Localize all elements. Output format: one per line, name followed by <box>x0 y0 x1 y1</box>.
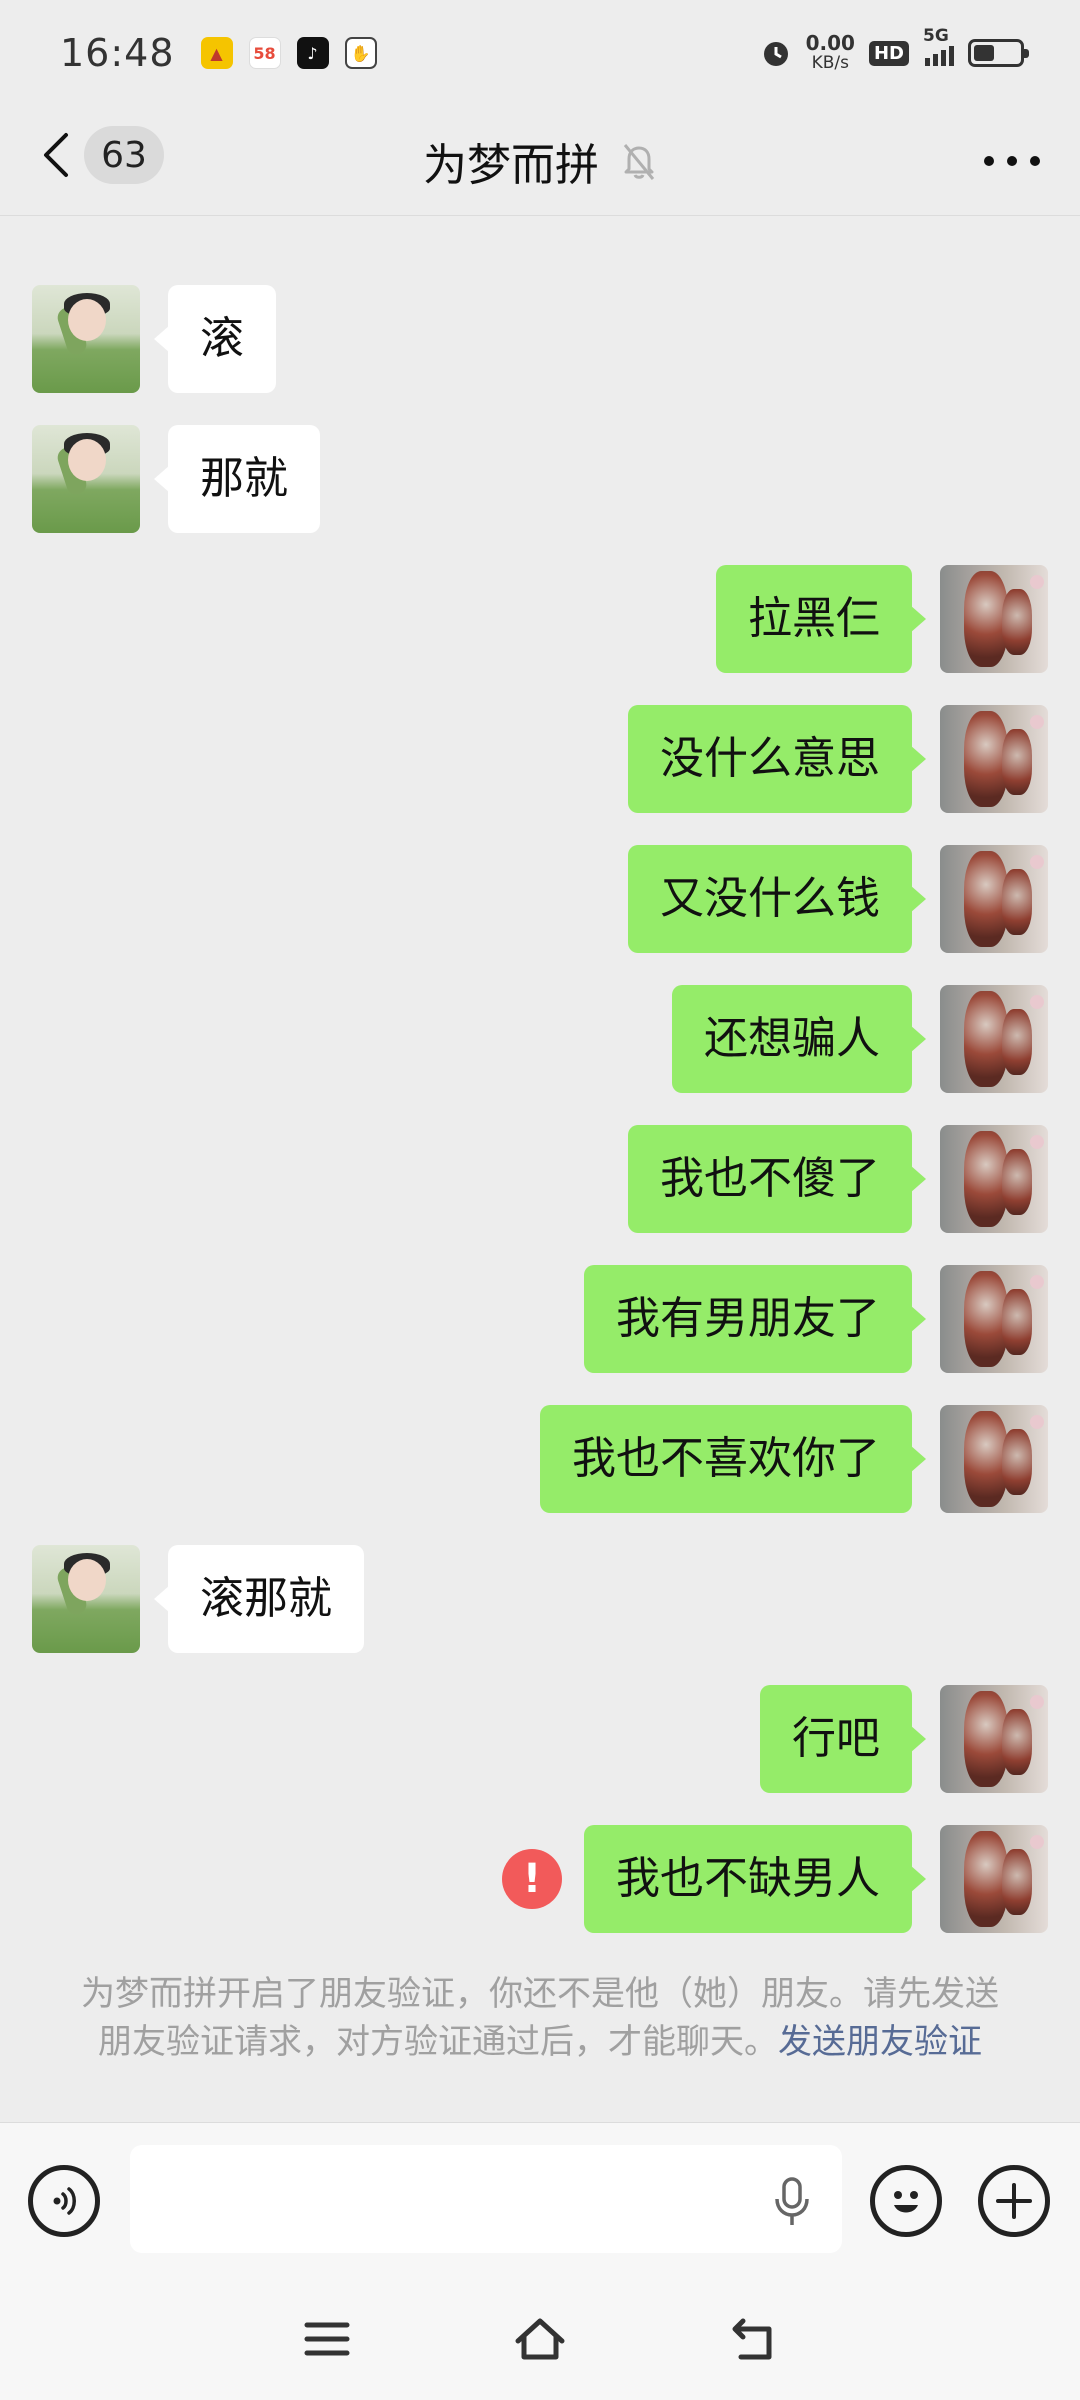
my-avatar[interactable] <box>940 1825 1048 1933</box>
status-left: 16:48 ▲ 58 ♪ ✋ <box>60 31 377 75</box>
back-icon <box>44 133 68 177</box>
message-row: 我有男朋友了 <box>584 1265 1048 1373</box>
more-icon-dot <box>1007 156 1017 166</box>
my-avatar[interactable] <box>940 985 1048 1093</box>
my-avatar[interactable] <box>940 1685 1048 1793</box>
voice-mode-button[interactable] <box>28 2165 100 2237</box>
my-avatar[interactable] <box>940 845 1048 953</box>
message-bubble[interactable]: 我也不缺男人 <box>584 1825 926 1933</box>
send-failed-icon[interactable]: ! <box>502 1849 562 1909</box>
input-bar <box>0 2122 1080 2278</box>
contact-avatar[interactable] <box>32 425 140 533</box>
back-nav-icon[interactable] <box>725 2311 781 2367</box>
status-right: 0.00 KB/s HD 5G <box>760 26 1029 73</box>
system-nav-bar <box>0 2278 1080 2400</box>
chat-title[interactable]: 为梦而拼 <box>423 129 599 193</box>
message-row: 还想骗人 <box>672 985 1048 1093</box>
more-icon-dot <box>984 156 994 166</box>
plus-icon <box>996 2183 1032 2219</box>
message-bubble[interactable]: 滚 <box>154 285 276 393</box>
message-row: 拉黑仨 <box>716 565 1048 673</box>
message-bubble[interactable]: 拉黑仨 <box>716 565 926 673</box>
more-icon-dot <box>1030 156 1040 166</box>
menu-icon[interactable] <box>299 2311 355 2367</box>
message-row: 又没什么钱 <box>628 845 1048 953</box>
back-button[interactable]: 63 <box>40 126 164 184</box>
net-speed: 0.00 KB/s <box>806 33 855 73</box>
emoji-button[interactable] <box>870 2165 942 2237</box>
send-verification-link[interactable]: 发送朋友验证 <box>778 2022 982 2062</box>
friend-verification-note: 为梦而拼开启了朋友验证，你还不是他（她）朋友。请先发送朋友验证请求，对方验证通过… <box>80 1970 1000 2066</box>
app-icon-hand: ✋ <box>344 37 377 69</box>
message-bubble[interactable]: 没什么意思 <box>628 705 926 813</box>
emoji-icon <box>894 2191 918 2213</box>
message-row: 我也不傻了 <box>628 1125 1048 1233</box>
my-avatar[interactable] <box>940 705 1048 813</box>
contact-avatar[interactable] <box>32 1545 140 1653</box>
message-row: 没什么意思 <box>628 705 1048 813</box>
my-avatar[interactable] <box>940 1125 1048 1233</box>
my-avatar[interactable] <box>940 565 1048 673</box>
mute-icon <box>623 143 655 180</box>
app-icon-tiktok: ♪ <box>296 37 329 69</box>
my-avatar[interactable] <box>940 1265 1048 1373</box>
chat-header: 63 为梦而拼 <box>0 106 1080 216</box>
app-icon-yellow: ▲ <box>200 37 233 69</box>
my-avatar[interactable] <box>940 1405 1048 1513</box>
message-bubble[interactable]: 还想骗人 <box>672 985 926 1093</box>
mic-icon[interactable] <box>770 2175 814 2229</box>
message-row: 我也不缺男人 ! <box>502 1825 1048 1933</box>
message-bubble[interactable]: 那就 <box>154 425 320 533</box>
voice-icon <box>53 2187 76 2215</box>
hd-badge: HD <box>868 40 909 66</box>
message-bubble[interactable]: 滚那就 <box>154 1545 364 1653</box>
message-row: 滚那就 <box>32 1545 364 1653</box>
message-bubble[interactable]: 我也不傻了 <box>628 1125 926 1233</box>
message-bubble[interactable]: 又没什么钱 <box>628 845 926 953</box>
alarm-icon <box>763 42 788 66</box>
battery-icon <box>968 39 1029 67</box>
title-wrap: 为梦而拼 <box>423 129 657 193</box>
message-input[interactable] <box>130 2145 842 2253</box>
status-bar: 16:48 ▲ 58 ♪ ✋ 0.00 KB/s HD 5G <box>0 0 1080 106</box>
app-icon-58: 58 <box>248 37 281 69</box>
network-type: 5G <box>923 26 949 46</box>
message-row: 那就 <box>32 425 320 533</box>
unread-count-badge: 63 <box>84 126 164 184</box>
more-functions-button[interactable] <box>978 2165 1050 2237</box>
net-speed-unit: KB/s <box>811 53 849 73</box>
status-time: 16:48 <box>60 31 175 75</box>
net-speed-value: 0.00 <box>805 31 855 55</box>
message-bubble[interactable]: 行吧 <box>760 1685 926 1793</box>
contact-avatar[interactable] <box>32 285 140 393</box>
message-row: 我也不喜欢你了 <box>540 1405 1048 1513</box>
home-icon[interactable] <box>512 2311 568 2367</box>
signal-icon: 5G <box>923 26 954 66</box>
more-button[interactable] <box>984 136 1040 186</box>
message-bubble[interactable]: 我也不喜欢你了 <box>540 1405 926 1513</box>
message-row: 行吧 <box>760 1685 1048 1793</box>
message-row: 滚 <box>32 285 276 393</box>
message-bubble[interactable]: 我有男朋友了 <box>584 1265 926 1373</box>
